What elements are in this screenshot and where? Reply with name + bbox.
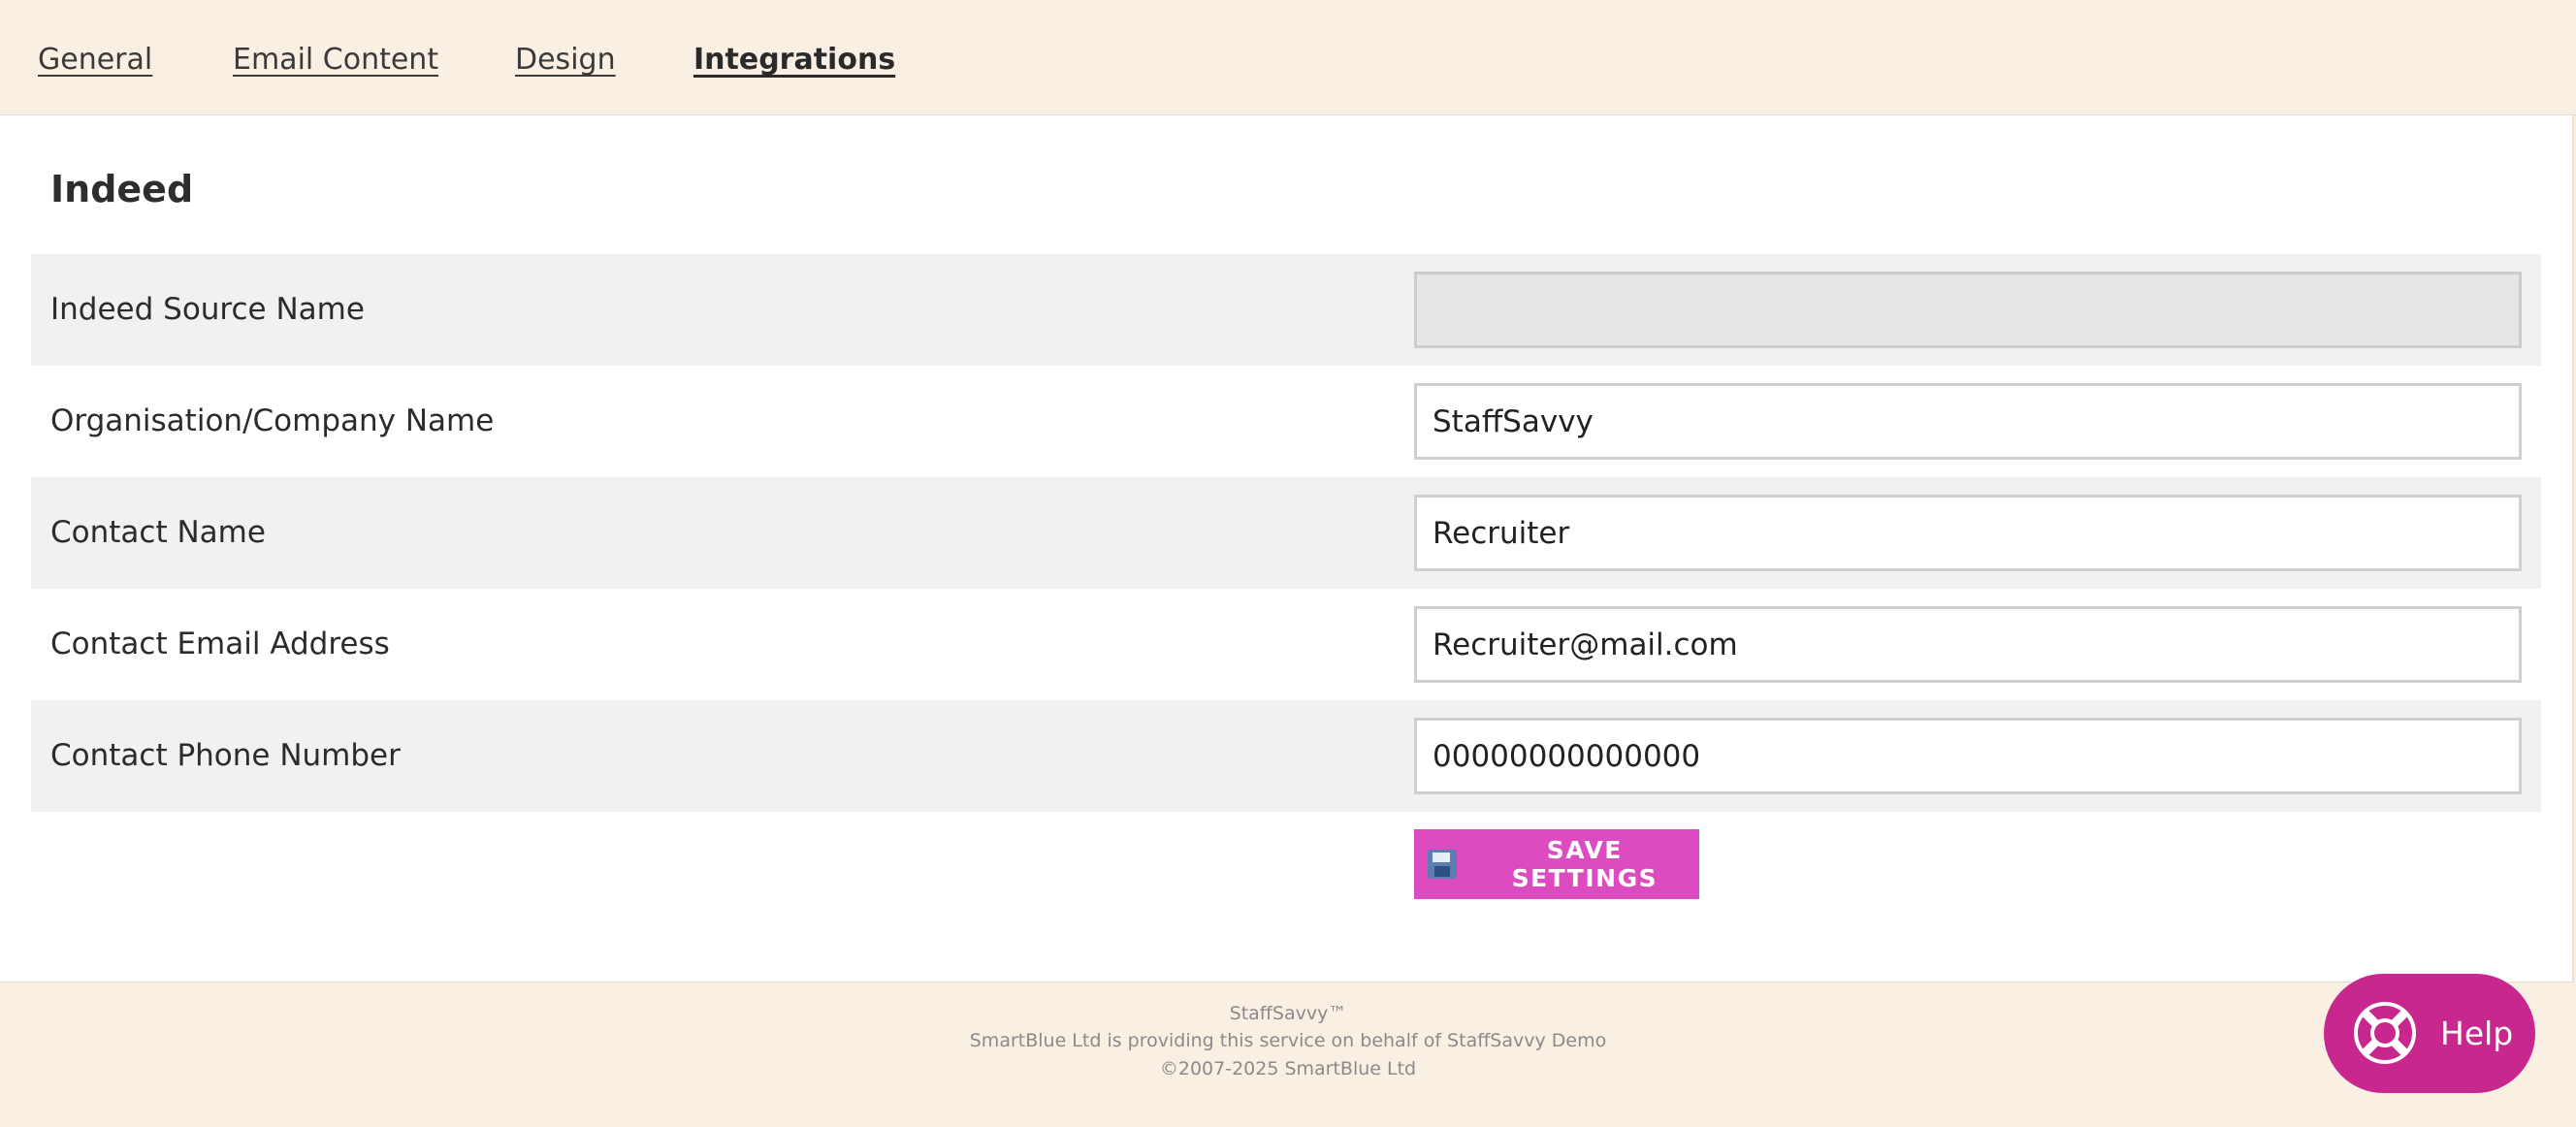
field-label: Contact Email Address — [50, 627, 390, 661]
settings-panel: Indeed Indeed Source Name Organisation/C… — [0, 115, 2574, 982]
company-name-input[interactable] — [1414, 383, 2522, 460]
save-settings-label: SAVE SETTINGS — [1511, 836, 1658, 892]
lifebuoy-icon — [2354, 1002, 2416, 1064]
form-row-indeed-source-name: Indeed Source Name — [31, 254, 2541, 366]
help-label: Help — [2440, 1014, 2514, 1052]
footer-provider: SmartBlue Ltd is providing this service … — [969, 1030, 1607, 1051]
field-label: Contact Name — [50, 515, 266, 550]
tab-design[interactable]: Design — [515, 43, 616, 77]
field-label: Contact Phone Number — [50, 738, 401, 773]
contact-name-input[interactable] — [1414, 495, 2522, 571]
tab-bar: General Email Content Design Integration… — [0, 0, 2576, 115]
contact-phone-input[interactable] — [1414, 718, 2522, 794]
floppy-disk-icon — [1428, 850, 1457, 879]
form-row-contact-name: Contact Name — [31, 477, 2541, 589]
field-label: Organisation/Company Name — [50, 403, 495, 438]
field-label: Indeed Source Name — [50, 292, 365, 327]
footer: StaffSavvy™ SmartBlue Ltd is providing t… — [0, 982, 2576, 1127]
tab-email-content[interactable]: Email Content — [233, 43, 438, 77]
tab-general[interactable]: General — [38, 43, 152, 77]
tab-integrations[interactable]: Integrations — [693, 43, 895, 77]
form-row-company-name: Organisation/Company Name — [31, 366, 2541, 477]
contact-email-input[interactable] — [1414, 606, 2522, 683]
save-settings-button[interactable]: SAVE SETTINGS — [1414, 829, 1699, 899]
footer-brand: StaffSavvy™ — [1229, 1003, 1347, 1024]
form-row-contact-phone: Contact Phone Number — [31, 700, 2541, 812]
footer-copyright: ©2007-2025 SmartBlue Ltd — [1159, 1058, 1417, 1079]
indeed-source-name-input — [1414, 272, 2522, 348]
form-row-contact-email: Contact Email Address — [31, 589, 2541, 700]
help-button[interactable]: Help — [2324, 974, 2535, 1093]
section-title: Indeed — [50, 168, 194, 210]
